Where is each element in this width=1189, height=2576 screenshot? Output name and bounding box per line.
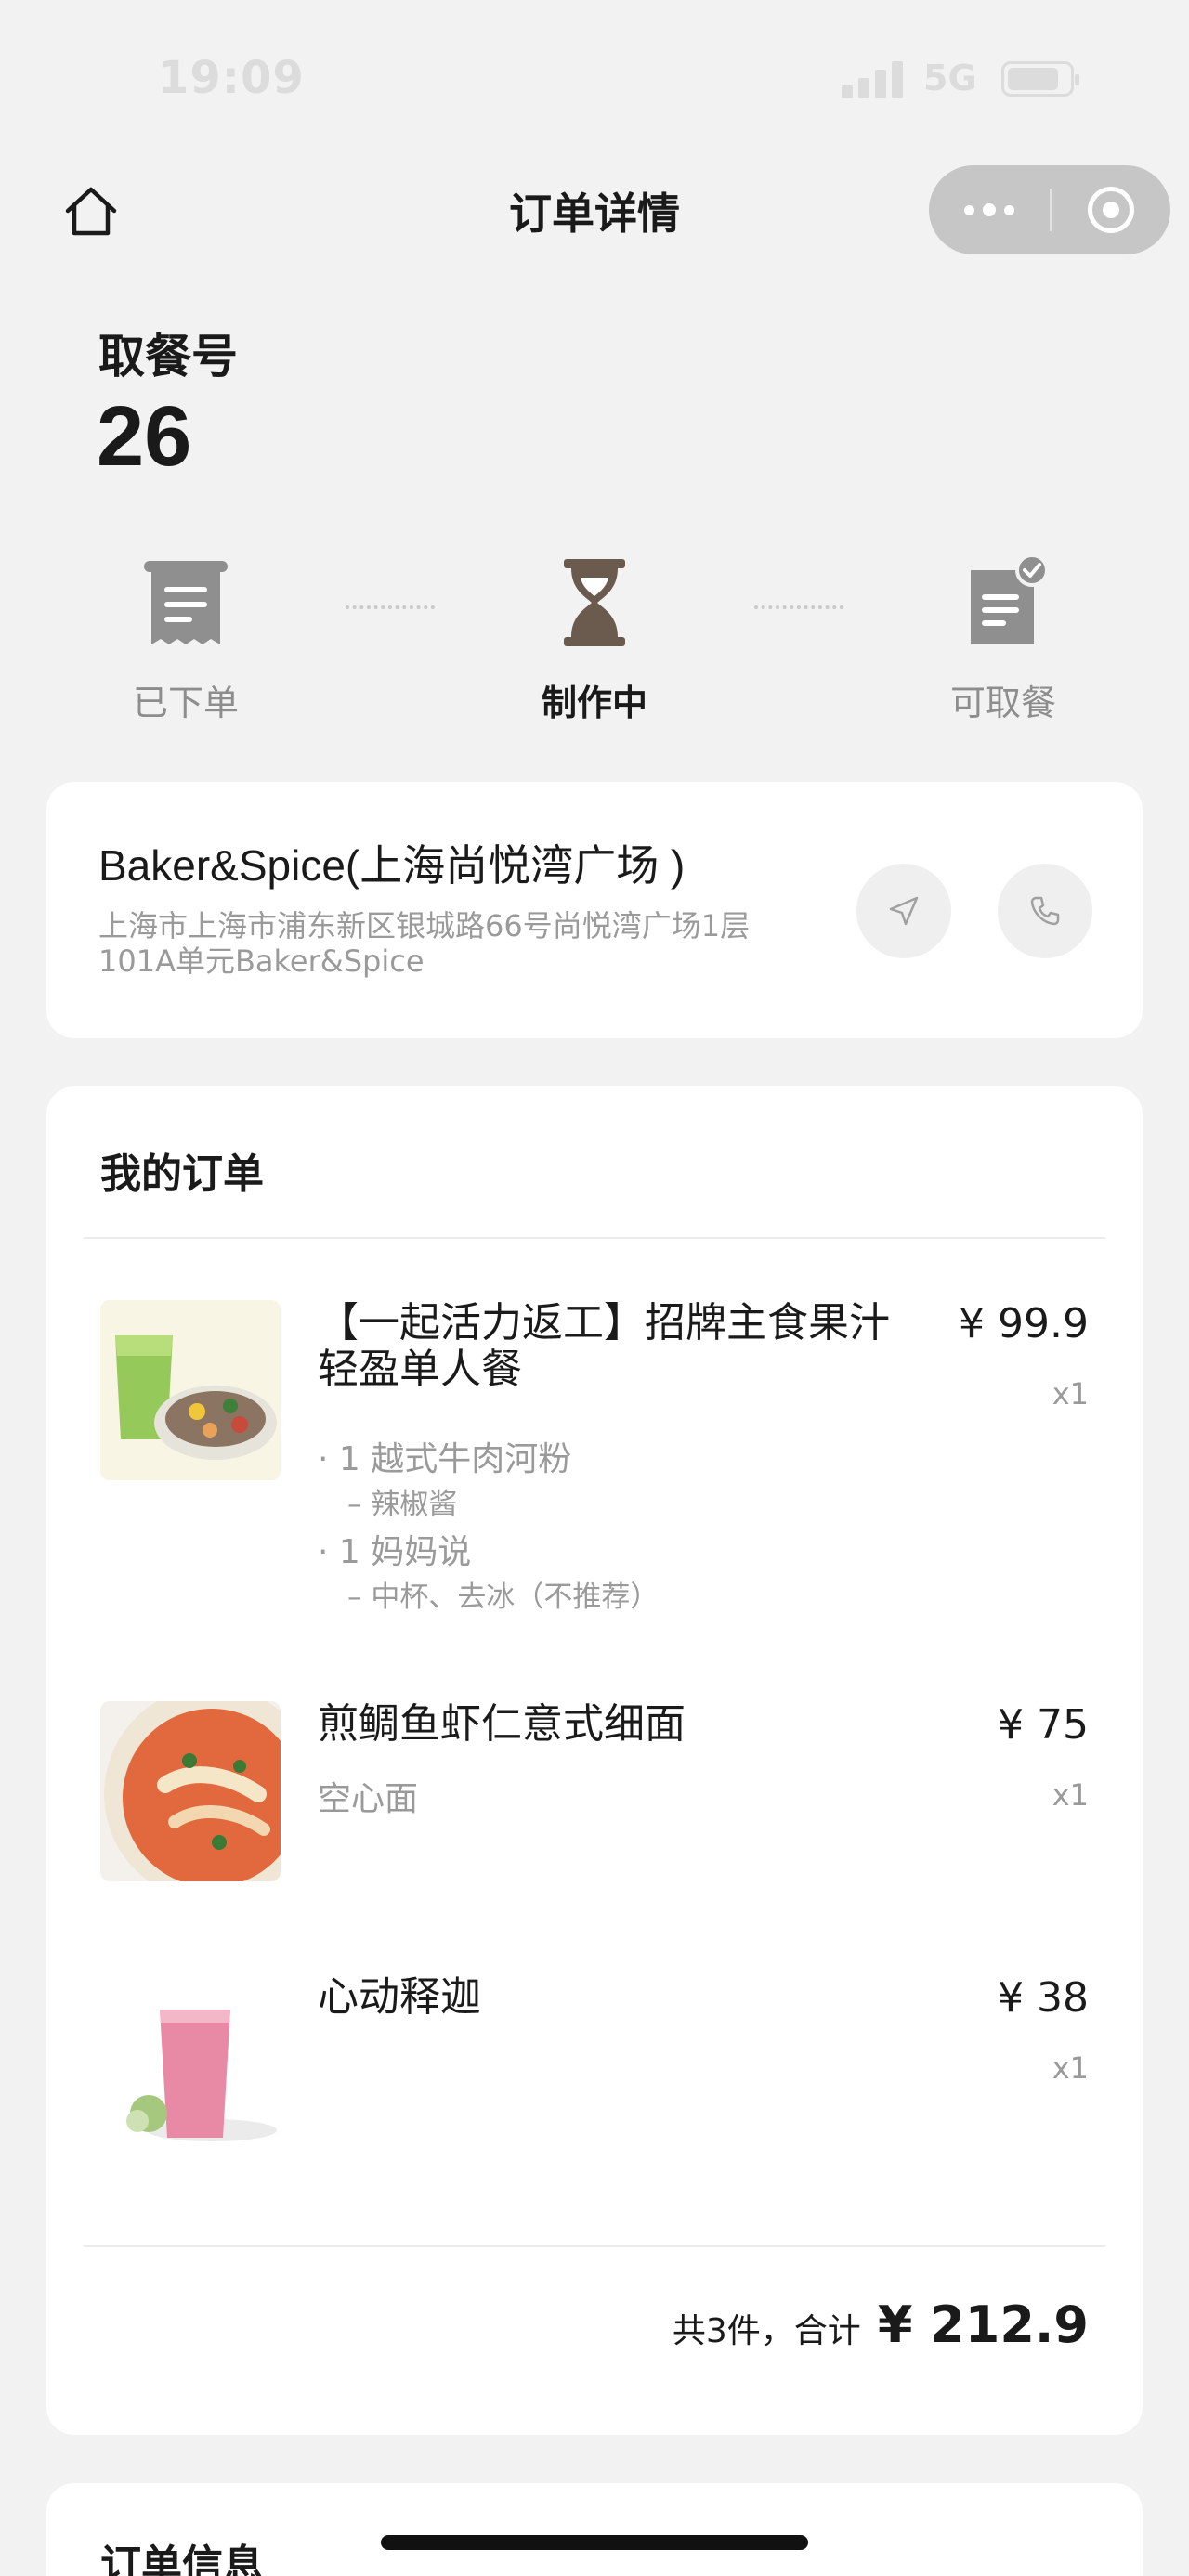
item-image-pasta bbox=[100, 1701, 281, 1881]
item-quantity: x1 bbox=[1052, 2050, 1089, 2086]
status-time: 19:09 bbox=[158, 52, 305, 104]
close-miniprogram-button[interactable] bbox=[1052, 165, 1170, 254]
battery-icon bbox=[1001, 61, 1079, 97]
item-name: 心动释迦 bbox=[318, 1973, 481, 2021]
step-connector bbox=[754, 605, 843, 611]
store-name: Baker&Spice(上海尚悦湾广场 ) bbox=[98, 841, 686, 890]
order-info-card: 订单信息 bbox=[46, 2483, 1143, 2576]
item-name: 【一起活力返工】招牌主食果汁轻盈单人餐 bbox=[318, 1299, 890, 1393]
phone-icon bbox=[1030, 896, 1060, 926]
total-label: 共3件，合计 bbox=[672, 2312, 861, 2350]
close-ring-icon bbox=[1088, 187, 1134, 233]
item-subitem: · 1 越式牛肉河粉 bbox=[318, 1440, 572, 1478]
step-preparing: 制作中 bbox=[483, 552, 706, 725]
step-ordered: 已下单 bbox=[74, 552, 297, 725]
hourglass-icon bbox=[543, 552, 646, 654]
store-card: Baker&Spice(上海尚悦湾广场 ) 上海市上海市浦东新区银城路66号尚悦… bbox=[46, 782, 1143, 1038]
miniprogram-capsule bbox=[929, 165, 1170, 254]
item-subitem-note: – 中杯、去冰（不推荐） bbox=[347, 1581, 660, 1614]
item-price: ¥ 75 bbox=[998, 1701, 1089, 1749]
order-card: 我的订单 【一起活力返工】招牌主食果汁轻盈单人餐 ¥ 99.9 x1 · 1 越… bbox=[46, 1086, 1143, 2435]
network-label: 5G bbox=[923, 58, 977, 98]
step-ready: 可取餐 bbox=[892, 552, 1115, 725]
pickup-number: 26 bbox=[97, 389, 192, 484]
item-quantity: x1 bbox=[1052, 1777, 1089, 1813]
navigate-button[interactable] bbox=[856, 864, 951, 958]
step-label: 已下单 bbox=[132, 683, 239, 723]
home-indicator bbox=[381, 2535, 808, 2550]
item-name: 煎鲷鱼虾仁意式细面 bbox=[318, 1700, 686, 1748]
ready-document-icon bbox=[952, 552, 1054, 654]
more-button[interactable] bbox=[929, 165, 1050, 254]
receipt-icon bbox=[135, 552, 237, 654]
more-dots-icon bbox=[964, 204, 974, 215]
pickup-label: 取餐号 bbox=[98, 330, 238, 384]
total-amount: ¥ 212.9 bbox=[877, 2296, 1089, 2354]
call-button[interactable] bbox=[998, 864, 1092, 958]
divider bbox=[84, 1237, 1105, 1239]
status-bar: 19:09 5G bbox=[0, 0, 1189, 158]
order-detail-page: 19:09 5G 订单详情 取餐号 26 已下单 制作中 可取餐 Baker&S… bbox=[0, 0, 1189, 2576]
order-info-title: 订单信息 bbox=[100, 2542, 264, 2576]
item-price: ¥ 38 bbox=[998, 1974, 1089, 2022]
navigate-arrow-icon bbox=[889, 896, 919, 926]
item-subitem-note: – 辣椒酱 bbox=[347, 1488, 458, 1521]
item-image-juice-bowl-set bbox=[100, 1300, 281, 1480]
step-label: 可取餐 bbox=[949, 683, 1056, 723]
item-subitem: · 1 妈妈说 bbox=[318, 1533, 472, 1571]
item-spec: 空心面 bbox=[318, 1780, 419, 1818]
divider bbox=[84, 2245, 1105, 2247]
order-section-title: 我的订单 bbox=[100, 1151, 264, 1198]
store-address: 上海市上海市浦东新区银城路66号尚悦湾广场1层101A单元Baker&Spice bbox=[98, 908, 751, 979]
step-connector bbox=[346, 605, 435, 611]
item-quantity: x1 bbox=[1052, 1376, 1089, 1412]
item-image-smoothie bbox=[100, 1974, 281, 2154]
signal-icon bbox=[842, 59, 905, 98]
order-total: 共3件，合计 ¥ 212.9 bbox=[673, 2296, 1089, 2354]
item-price: ¥ 99.9 bbox=[959, 1300, 1089, 1347]
step-label: 制作中 bbox=[541, 683, 647, 723]
